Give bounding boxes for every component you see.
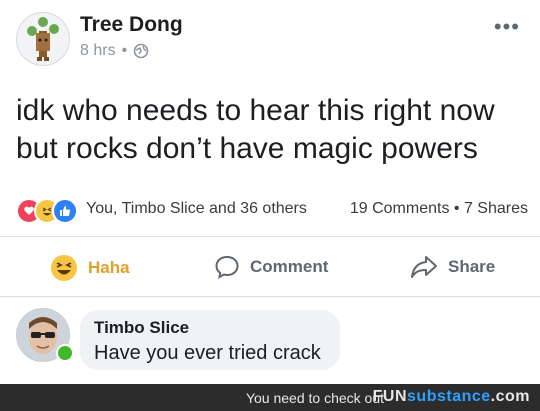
brand-substance: substance xyxy=(407,388,491,405)
post-author-name[interactable]: Tree Dong xyxy=(80,13,183,37)
share-count[interactable]: 7 Shares xyxy=(464,200,528,217)
author-avatar[interactable] xyxy=(16,12,70,66)
watermark-banner: You need to check out FUNsubstance.com xyxy=(0,384,540,411)
comment-button[interactable]: Comment xyxy=(214,254,328,280)
post-time[interactable]: 8 hrs xyxy=(80,42,116,60)
online-status-indicator xyxy=(56,344,74,362)
share-arrow-icon xyxy=(411,256,437,278)
share-button[interactable]: Share xyxy=(410,254,495,280)
like-icon xyxy=(52,198,78,224)
engagement-counts: 19 Comments • 7 Shares xyxy=(350,200,528,218)
post-meta: 8 hrs • xyxy=(80,42,149,60)
comment-text: Have you ever tried crack xyxy=(94,342,321,364)
divider-top xyxy=(0,236,540,237)
reactions-bar[interactable]: You, Timbo Slice and 36 others 19 Commen… xyxy=(16,196,528,224)
comment-bubble[interactable]: Timbo Slice Have you ever tried crack xyxy=(80,310,340,370)
watermark-brand: FUNsubstance.com xyxy=(373,388,530,406)
post-text: idk who needs to hear this right now but… xyxy=(16,92,526,168)
comment-count[interactable]: 19 Comments xyxy=(350,200,450,217)
tree-avatar-icon xyxy=(27,17,59,61)
haha-react-icon xyxy=(51,255,77,281)
commenter-name[interactable]: Timbo Slice xyxy=(94,318,189,338)
watermark-prefix: You need to check out xyxy=(245,390,384,406)
counts-dot: • xyxy=(453,200,464,217)
post-text-line-2: but rocks don’t have magic powers xyxy=(16,132,478,165)
reaction-names[interactable]: You, Timbo Slice and 36 others xyxy=(86,200,307,218)
share-label: Share xyxy=(448,257,496,276)
reaction-icons[interactable] xyxy=(16,196,80,224)
post-text-line-1: idk who needs to hear this right now xyxy=(16,94,495,127)
action-bar: Haha Comment Share xyxy=(0,240,540,296)
brand-com: .com xyxy=(490,388,530,405)
more-options-icon[interactable]: ••• xyxy=(494,14,520,40)
haha-label: Haha xyxy=(88,258,130,277)
globe-icon xyxy=(133,43,149,59)
comment: Timbo Slice Have you ever tried crack xyxy=(0,300,540,380)
brand-fun: FUN xyxy=(372,388,408,405)
comment-label: Comment xyxy=(250,257,329,276)
divider-bottom xyxy=(0,296,540,297)
meta-dot: • xyxy=(121,42,128,59)
comment-icon xyxy=(215,255,239,279)
haha-button[interactable]: Haha xyxy=(50,254,130,282)
post-header: Tree Dong 8 hrs • ••• xyxy=(0,0,540,80)
